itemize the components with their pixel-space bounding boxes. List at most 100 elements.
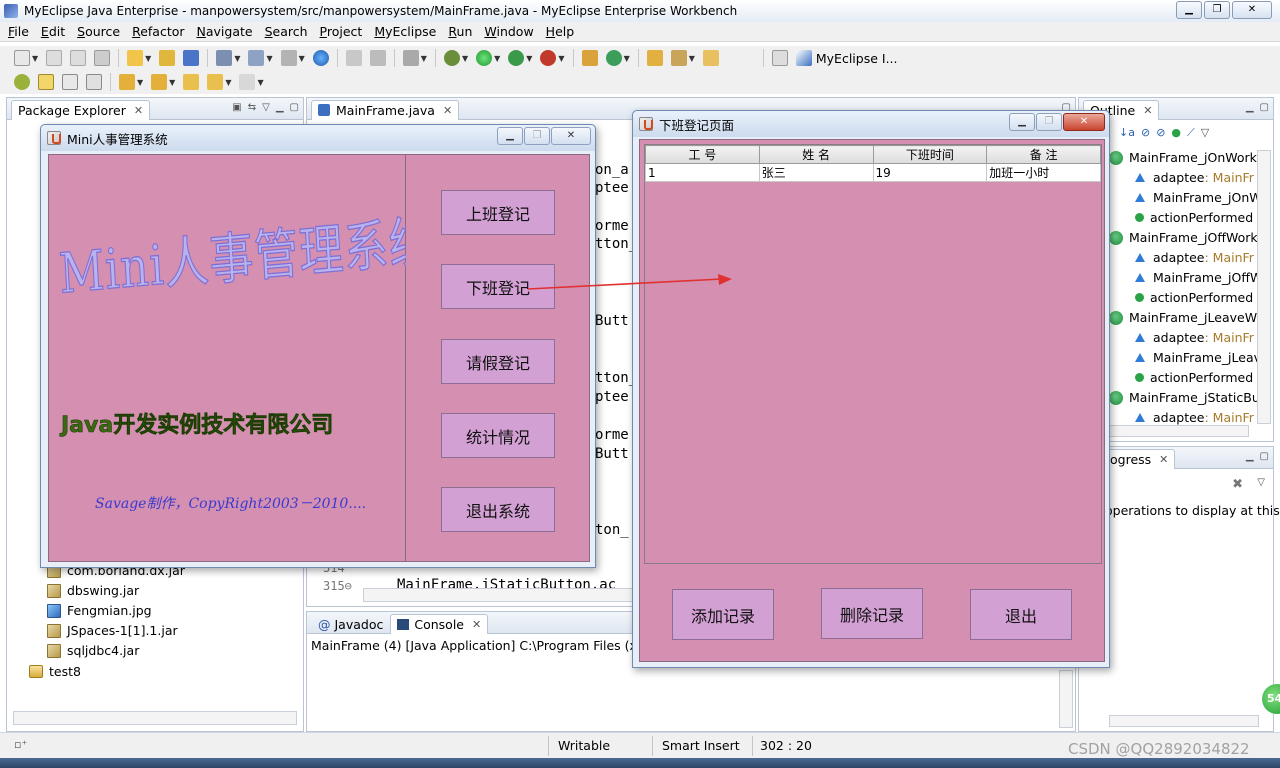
view-menu-icon[interactable]: ▽ bbox=[1201, 126, 1209, 140]
menu-window[interactable]: Window bbox=[480, 24, 541, 39]
menu-edit[interactable]: Edit bbox=[37, 24, 73, 39]
maximize-button[interactable]: ❐ bbox=[1204, 1, 1230, 19]
chevron-down-icon[interactable]: ▼ bbox=[558, 54, 564, 63]
new-icon[interactable] bbox=[14, 50, 30, 66]
chevron-down-icon[interactable]: ▼ bbox=[234, 54, 240, 63]
outline-item-ctor[interactable]: MainFrame_jOffW bbox=[1135, 270, 1262, 285]
outline-item-field[interactable]: adaptee : MainFr bbox=[1135, 250, 1254, 265]
minimize-button[interactable]: ▁ bbox=[1009, 113, 1035, 131]
camera-icon[interactable] bbox=[402, 50, 419, 66]
chevron-down-icon[interactable]: ▼ bbox=[145, 54, 151, 63]
disconnect-icon[interactable] bbox=[369, 50, 386, 66]
tab-progress[interactable]: ogress ✕ bbox=[1103, 448, 1176, 469]
minimize-view-icon[interactable]: ▁ bbox=[276, 102, 284, 113]
chevron-down-icon[interactable]: ▼ bbox=[494, 54, 500, 63]
save-all-icon[interactable] bbox=[70, 50, 87, 66]
minimize-view-icon[interactable]: ▁ bbox=[1246, 102, 1254, 113]
tree-item-project[interactable]: test8 bbox=[29, 664, 81, 679]
brush-icon[interactable] bbox=[670, 50, 687, 66]
tree-item-image[interactable]: Fengmian.jpg bbox=[47, 603, 152, 618]
chevron-down-icon[interactable]: ▼ bbox=[421, 54, 427, 63]
chevron-down-icon[interactable]: ▼ bbox=[169, 78, 175, 87]
link-editor-icon[interactable]: ⇆ bbox=[248, 102, 256, 113]
code-fragment[interactable]: Butt bbox=[595, 446, 629, 462]
maximize-view-icon[interactable]: ▢ bbox=[1260, 102, 1269, 113]
outline-item-ctor[interactable]: MainFrame_jLeav bbox=[1135, 350, 1261, 365]
outline-vertical-scrollbar[interactable] bbox=[1257, 150, 1271, 424]
code-fragment[interactable]: on_a bbox=[595, 162, 629, 178]
maximize-view-icon[interactable]: ▢ bbox=[1260, 451, 1269, 462]
outline-item-field[interactable]: adaptee : MainFr bbox=[1135, 170, 1254, 185]
outline-horizontal-scrollbar[interactable] bbox=[1109, 425, 1249, 437]
menu-help[interactable]: Help bbox=[542, 24, 583, 39]
code-fragment[interactable]: ptee bbox=[595, 389, 629, 405]
outline-item-method[interactable]: actionPerformed bbox=[1135, 290, 1253, 305]
menu-file[interactable]: File bbox=[4, 24, 37, 39]
tab-javadoc[interactable]: @ Javadoc bbox=[311, 614, 390, 634]
code-fragment[interactable]: tton_ bbox=[595, 370, 637, 386]
menu-search[interactable]: Search bbox=[261, 24, 316, 39]
chevron-down-icon[interactable]: ▼ bbox=[137, 78, 143, 87]
view-menu-icon[interactable]: ▽ bbox=[1257, 477, 1265, 488]
block-select-icon[interactable] bbox=[62, 74, 78, 90]
code-fragment[interactable]: tton_ bbox=[595, 236, 637, 252]
chevron-down-icon[interactable]: ▼ bbox=[257, 78, 263, 87]
hide-fields-icon[interactable]: ⊘ bbox=[1141, 126, 1150, 140]
run-history-icon[interactable] bbox=[508, 50, 525, 66]
close-button[interactable]: ✕ bbox=[1232, 1, 1272, 19]
chevron-down-icon[interactable]: ▼ bbox=[462, 54, 468, 63]
close-tab-icon[interactable]: ✕ bbox=[1159, 453, 1168, 466]
new-project-icon[interactable] bbox=[127, 50, 144, 66]
open-folder-icon[interactable] bbox=[646, 50, 663, 66]
code-fragment[interactable]: orme bbox=[595, 218, 629, 234]
statistics-button[interactable]: 统计情况 bbox=[441, 413, 555, 458]
cell-id[interactable]: 1 bbox=[645, 163, 760, 182]
code-fragment[interactable]: Butt bbox=[595, 313, 629, 329]
collapse-all-icon[interactable]: ▣ bbox=[232, 102, 241, 113]
server-icon[interactable] bbox=[248, 50, 265, 66]
chevron-down-icon[interactable]: ▼ bbox=[299, 54, 305, 63]
open-perspective-icon[interactable] bbox=[771, 50, 788, 66]
fast-view-icon[interactable]: ▫⁺ bbox=[14, 738, 27, 751]
minimize-button[interactable]: ▁ bbox=[1176, 1, 1202, 19]
pin-icon[interactable] bbox=[702, 50, 719, 66]
menu-navigate[interactable]: Navigate bbox=[193, 24, 261, 39]
new-web-project-icon[interactable] bbox=[581, 50, 598, 66]
remove-all-icon[interactable]: ✖ bbox=[1232, 477, 1243, 492]
close-tab-icon[interactable]: ✕ bbox=[1143, 104, 1152, 117]
outline-item-class[interactable]: MainFrame_jStaticBut bbox=[1109, 390, 1265, 405]
column-header-time[interactable]: 下班时间 bbox=[872, 145, 988, 164]
open-type-icon[interactable] bbox=[280, 50, 297, 66]
close-tab-icon[interactable]: ✕ bbox=[443, 104, 452, 117]
chevron-down-icon[interactable]: ▼ bbox=[526, 54, 532, 63]
chevron-down-icon[interactable]: ▼ bbox=[32, 54, 38, 63]
minimize-view-icon[interactable]: ▁ bbox=[1246, 451, 1254, 462]
code-fragment[interactable]: ton_ bbox=[595, 522, 629, 538]
debug-icon[interactable] bbox=[443, 50, 460, 66]
outline-item-class[interactable]: MainFrame_jOnWork bbox=[1109, 150, 1257, 165]
cell-remark[interactable]: 加班一小时 bbox=[986, 163, 1101, 182]
chevron-down-icon[interactable]: ▼ bbox=[689, 54, 695, 63]
maximize-view-icon[interactable]: ▢ bbox=[290, 102, 299, 113]
close-button[interactable]: ✕ bbox=[551, 127, 591, 145]
on-work-button[interactable]: 上班登记 bbox=[441, 190, 555, 235]
toggle-mark-icon[interactable] bbox=[14, 74, 30, 90]
menu-project[interactable]: Project bbox=[316, 24, 371, 39]
exit-button[interactable]: 退出 bbox=[970, 589, 1072, 640]
records-table[interactable]: 工 号 姓 名 下班时间 备 注 1 张三 19 加班一小时 bbox=[645, 145, 1101, 182]
hide-nonpublic-icon[interactable]: ● bbox=[1171, 126, 1181, 140]
tab-console[interactable]: Console ✕ bbox=[390, 613, 489, 634]
table-row[interactable]: 1 张三 19 加班一小时 bbox=[645, 163, 1101, 182]
tree-item-jar[interactable]: sqljdbc4.jar bbox=[47, 643, 139, 658]
close-tab-icon[interactable]: ✕ bbox=[472, 618, 481, 631]
close-button[interactable]: ✕ bbox=[1063, 113, 1105, 131]
exit-system-button[interactable]: 退出系统 bbox=[441, 487, 555, 532]
column-header-name[interactable]: 姓 名 bbox=[758, 145, 874, 164]
chevron-down-icon[interactable]: ▼ bbox=[266, 54, 272, 63]
package-icon[interactable] bbox=[159, 50, 176, 66]
outline-item-class[interactable]: MainFrame_jLeaveWo bbox=[1109, 310, 1264, 325]
prev-annotation-icon[interactable] bbox=[151, 74, 168, 90]
delete-record-button[interactable]: 删除记录 bbox=[821, 588, 923, 639]
forward-icon[interactable] bbox=[239, 74, 256, 90]
off-work-button[interactable]: 下班登记 bbox=[441, 264, 555, 309]
